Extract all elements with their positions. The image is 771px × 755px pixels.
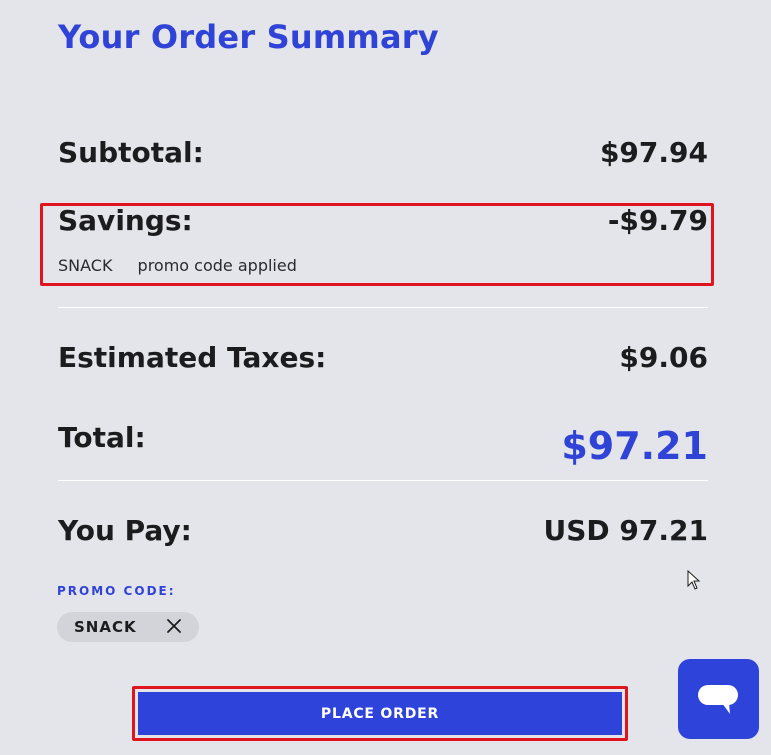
taxes-value: $9.06 bbox=[619, 341, 708, 374]
place-order-button[interactable]: PLACE ORDER bbox=[138, 692, 622, 735]
promo-code-label: PROMO CODE: bbox=[57, 584, 176, 598]
total-value: $97.21 bbox=[561, 424, 708, 468]
total-label: Total: bbox=[58, 421, 146, 454]
page-title: Your Order Summary bbox=[58, 18, 439, 56]
close-icon[interactable] bbox=[165, 617, 183, 635]
divider bbox=[58, 307, 708, 308]
taxes-label: Estimated Taxes: bbox=[58, 341, 327, 374]
promo-chip-code: SNACK bbox=[74, 618, 137, 636]
you-pay-label: You Pay: bbox=[58, 514, 192, 547]
chat-bubble-icon bbox=[698, 685, 738, 714]
subtotal-label: Subtotal: bbox=[58, 136, 204, 169]
subtotal-row: Subtotal: $97.94 bbox=[58, 136, 708, 169]
mouse-cursor-icon bbox=[687, 570, 701, 590]
promo-code-chip: SNACK bbox=[57, 612, 199, 642]
savings-highlight-box bbox=[40, 203, 714, 286]
total-row: Total: $97.21 bbox=[58, 412, 708, 468]
taxes-row: Estimated Taxes: $9.06 bbox=[58, 341, 708, 374]
order-summary-page: Your Order Summary Subtotal: $97.94 Savi… bbox=[0, 0, 771, 755]
subtotal-value: $97.94 bbox=[599, 136, 708, 169]
you-pay-row: You Pay: USD 97.21 bbox=[58, 514, 708, 547]
chat-button[interactable] bbox=[678, 659, 759, 739]
you-pay-value: USD 97.21 bbox=[543, 514, 708, 547]
divider bbox=[58, 480, 708, 481]
